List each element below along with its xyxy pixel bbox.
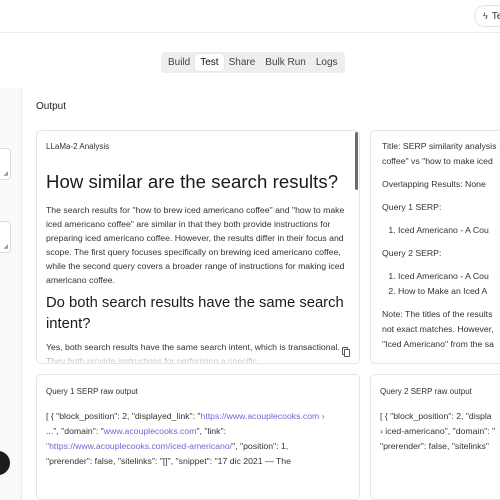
- resize-grip-icon[interactable]: ◢: [3, 171, 8, 177]
- raw-text: ", "position": 1,: [232, 441, 289, 451]
- query1-raw-card: Query 1 SERP raw output [ { "block_posit…: [36, 374, 360, 500]
- overlap-line: Overlapping Results: None: [382, 179, 486, 189]
- scrollbar[interactable]: [354, 131, 359, 363]
- tab-logs[interactable]: Logs: [311, 54, 343, 71]
- list-item: Iced Americano - A Cou: [398, 223, 500, 238]
- analysis-heading-intent: Do both search results have the same sea…: [46, 295, 344, 332]
- top-bar: ϟTe: [0, 0, 500, 33]
- top-chip-label: Te: [491, 11, 500, 22]
- query1-serp-list: Iced Americano - A Cou: [398, 223, 500, 238]
- raw-link[interactable]: https://www.acouplecooks.com ›: [201, 411, 325, 421]
- query1-serp-label: Query 1 SERP:: [382, 202, 442, 212]
- tab-share[interactable]: Share: [224, 54, 261, 71]
- note-line-2: not exact matches. However,: [382, 324, 494, 334]
- analysis-heading-similarity: How similar are the search results?: [46, 171, 339, 192]
- similarity-card: Title: SERP similarity analysis coffee" …: [370, 130, 500, 364]
- note-line-1: Note: The titles of the results: [382, 309, 493, 319]
- query1-raw-output: [ { "block_position": 2, "displayed_link…: [46, 409, 358, 469]
- analysis-paragraph-1: The search results for "how to brew iced…: [46, 205, 345, 285]
- raw-link[interactable]: www.acouplecooks.com: [104, 426, 197, 436]
- note-line-3: "Iced Americano" from the sa: [382, 339, 494, 349]
- top-chip-button[interactable]: ϟTe: [474, 5, 500, 27]
- query2-raw-output: [ { "block_position": 2, "displa › iced-…: [380, 409, 500, 454]
- raw-text: "prerender": false, "sitelinks": [380, 441, 489, 451]
- query1-raw-title: Query 1 SERP raw output: [46, 387, 138, 396]
- input-field-1[interactable]: ◢: [0, 148, 11, 180]
- raw-text: "prerender": false, "sitelinks": "[]", "…: [46, 456, 291, 466]
- similarity-title-line: Title: SERP similarity analysis: [382, 141, 497, 151]
- raw-text: ", "link":: [196, 426, 226, 436]
- tab-test[interactable]: Test: [195, 54, 224, 71]
- tab-bar: Build Test Share Bulk Run Logs: [161, 52, 345, 73]
- list-item: How to Make an Iced A: [398, 284, 500, 299]
- scrollbar-thumb[interactable]: [355, 132, 358, 190]
- query2-serp-label: Query 2 SERP:: [382, 248, 442, 258]
- tab-bulk-run[interactable]: Bulk Run: [260, 54, 311, 71]
- query2-serp-list: Iced Americano - A Cou How to Make an Ic…: [398, 269, 500, 299]
- panel-divider: [21, 88, 22, 500]
- content-fade: [37, 349, 349, 363]
- analysis-card: LLaMa-2 Analysis How similar are the sea…: [36, 130, 360, 364]
- analysis-card-title: LLaMa-2 Analysis: [46, 142, 110, 151]
- raw-text: [ { "block_position": 2, "displa: [380, 411, 492, 421]
- raw-link[interactable]: "https://www.acouplecooks.com/iced-ameri…: [46, 441, 232, 451]
- input-field-2[interactable]: ◢: [0, 221, 11, 253]
- raw-text: ...", "domain": ": [46, 426, 104, 436]
- list-item: Iced Americano - A Cou: [398, 269, 500, 284]
- raw-text: [ { "block_position": 2, "displayed_link…: [46, 411, 201, 421]
- input-panel: ◢ ◢: [0, 88, 21, 500]
- analysis-body: How similar are the search results? The …: [46, 169, 358, 363]
- query2-raw-title: Query 2 SERP raw output: [380, 387, 472, 396]
- copy-icon[interactable]: [342, 347, 351, 357]
- bolt-icon: ϟ: [483, 11, 488, 21]
- resize-grip-icon[interactable]: ◢: [3, 244, 8, 250]
- tab-build[interactable]: Build: [163, 54, 195, 71]
- similarity-query-line: coffee" vs "how to make iced: [382, 156, 493, 166]
- raw-text: › iced-americano", "domain": ": [380, 426, 496, 436]
- output-heading: Output: [36, 101, 67, 112]
- query2-raw-card: Query 2 SERP raw output [ { "block_posit…: [370, 374, 500, 500]
